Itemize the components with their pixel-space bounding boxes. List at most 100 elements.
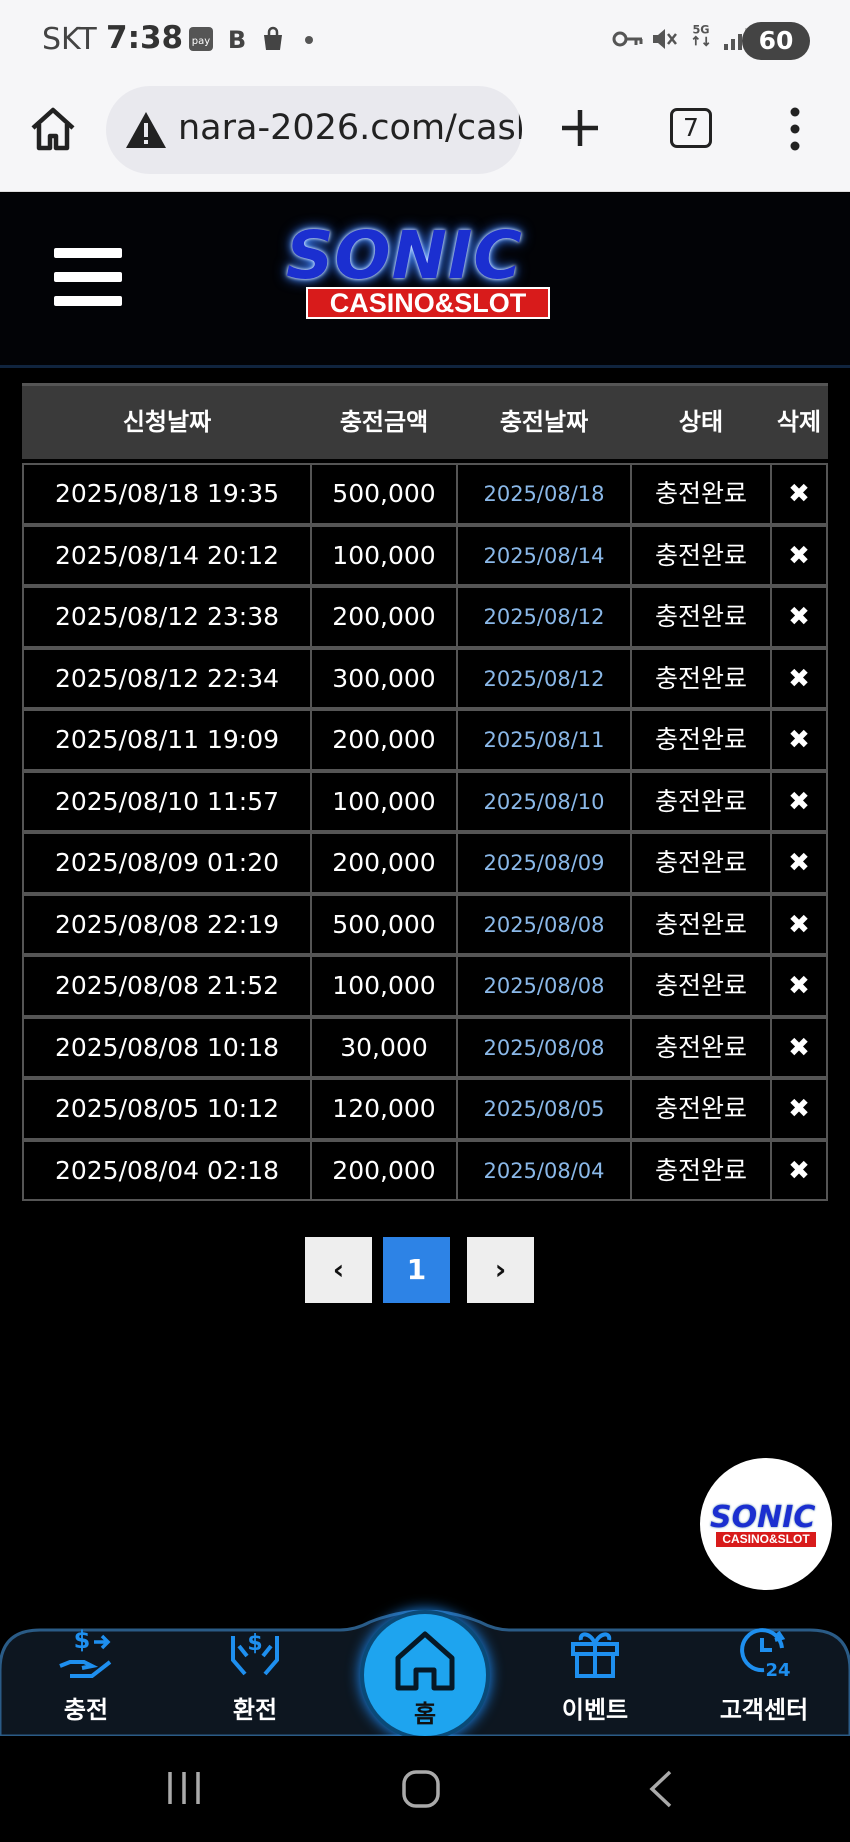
address-bar[interactable]: nara-2026.com/cash bbox=[106, 86, 522, 174]
mute-icon bbox=[653, 29, 677, 49]
request-date-cell: 2025/08/18 19:35 bbox=[22, 463, 312, 525]
prev-page-button[interactable]: ‹ bbox=[305, 1237, 372, 1303]
url-text[interactable]: nara-2026.com/cash bbox=[178, 108, 522, 148]
delete-icon[interactable]: ✖ bbox=[770, 709, 828, 771]
next-page-button[interactable]: › bbox=[467, 1237, 534, 1303]
browser-toolbar: nara-2026.com/cash 7 bbox=[0, 82, 850, 192]
svg-text:24: 24 bbox=[765, 1660, 790, 1681]
request-date-cell: 2025/08/04 02:18 bbox=[22, 1139, 312, 1201]
nav-support-label: 고객센터 bbox=[719, 1696, 809, 1724]
delete-icon[interactable]: ✖ bbox=[770, 955, 828, 1017]
delete-icon[interactable]: ✖ bbox=[770, 1139, 828, 1201]
request-date-cell: 2025/08/09 01:20 bbox=[22, 832, 312, 894]
more-vert-icon[interactable] bbox=[780, 104, 810, 154]
delete-icon[interactable]: ✖ bbox=[770, 1078, 828, 1140]
table-row: 2025/08/09 01:20 200,000 2025/08/09 충전완료 ✖ bbox=[22, 832, 828, 894]
nav-support[interactable]: 24 고객센터 bbox=[694, 1622, 834, 1732]
status-bar: SKT 7:38 pay B 5G 60 bbox=[0, 0, 850, 82]
logo-subtitle: CASINO&SLOT bbox=[306, 287, 550, 319]
svg-text:pay: pay bbox=[192, 36, 210, 47]
table-row: 2025/08/08 21:52 100,000 2025/08/08 충전완료 ✖ bbox=[22, 955, 828, 1017]
battery-indicator: 60 bbox=[742, 22, 810, 60]
header-status: 상태 bbox=[678, 408, 724, 436]
back-icon[interactable] bbox=[646, 1768, 676, 1810]
request-date-cell: 2025/08/14 20:12 bbox=[22, 524, 312, 586]
delete-icon[interactable]: ✖ bbox=[770, 524, 828, 586]
nav-deposit[interactable]: $ 충전 bbox=[16, 1622, 156, 1732]
home-icon[interactable] bbox=[28, 104, 78, 154]
status-cell: 충전완료 bbox=[630, 770, 772, 832]
key-icon bbox=[612, 31, 643, 47]
amount-cell: 200,000 bbox=[310, 832, 458, 894]
charge-date-cell: 2025/08/08 bbox=[456, 955, 632, 1017]
charge-date-cell: 2025/08/09 bbox=[456, 832, 632, 894]
header-charge-date: 충전날짜 bbox=[499, 408, 589, 436]
plus-icon[interactable] bbox=[556, 104, 604, 152]
request-date-cell: 2025/08/08 22:19 bbox=[22, 893, 312, 955]
header-delete: 삭제 bbox=[776, 408, 822, 436]
warning-icon[interactable] bbox=[124, 108, 168, 152]
floating-logo-subtitle: CASINO&SLOT bbox=[716, 1532, 816, 1547]
amount-cell: 200,000 bbox=[310, 1139, 458, 1201]
charge-date-cell: 2025/08/18 bbox=[456, 463, 632, 525]
amount-cell: 120,000 bbox=[310, 1078, 458, 1140]
bottom-nav: $ 충전 $ 환전 홈 이벤트 24 고객센터 bbox=[0, 1610, 850, 1740]
floating-logo-wordmark: SONIC bbox=[710, 1500, 816, 1535]
delete-icon[interactable]: ✖ bbox=[770, 586, 828, 648]
dot-icon bbox=[305, 36, 313, 44]
sonic-logo[interactable]: SONIC CASINO&SLOT bbox=[284, 217, 574, 323]
status-cell: 충전완료 bbox=[630, 463, 772, 525]
table-row: 2025/08/08 22:19 500,000 2025/08/08 충전완료 ✖ bbox=[22, 893, 828, 955]
delete-icon[interactable]: ✖ bbox=[770, 832, 828, 894]
charge-date-cell: 2025/08/05 bbox=[456, 1078, 632, 1140]
carrier-label: SKT bbox=[42, 22, 97, 57]
table-row: 2025/08/10 11:57 100,000 2025/08/10 충전완료 ✖ bbox=[22, 770, 828, 832]
status-cell: 충전완료 bbox=[630, 709, 772, 771]
recents-icon[interactable] bbox=[164, 1768, 204, 1808]
table-row: 2025/08/08 10:18 30,000 2025/08/08 충전완료 ✖ bbox=[22, 1016, 828, 1078]
nav-withdraw-label: 환전 bbox=[232, 1696, 278, 1724]
amount-cell: 500,000 bbox=[310, 893, 458, 955]
tabs-count-button[interactable]: 7 bbox=[670, 108, 712, 148]
clock: 7:38 bbox=[106, 20, 184, 56]
delete-icon[interactable]: ✖ bbox=[770, 647, 828, 709]
amount-cell: 100,000 bbox=[310, 955, 458, 1017]
svg-text:5G: 5G bbox=[692, 23, 709, 36]
table-header: 신청날짜 충전금액 충전날짜 상태 삭제 bbox=[22, 383, 828, 459]
svg-text:$: $ bbox=[247, 1631, 262, 1656]
request-date-cell: 2025/08/12 23:38 bbox=[22, 586, 312, 648]
nav-withdraw[interactable]: $ 환전 bbox=[185, 1622, 325, 1732]
table-row: 2025/08/11 19:09 200,000 2025/08/11 충전완료 ✖ bbox=[22, 709, 828, 771]
charge-date-cell: 2025/08/10 bbox=[456, 770, 632, 832]
charge-date-cell: 2025/08/04 bbox=[456, 1139, 632, 1201]
status-cell: 충전완료 bbox=[630, 832, 772, 894]
table-row: 2025/08/12 23:38 200,000 2025/08/12 충전완료 ✖ bbox=[22, 586, 828, 648]
amount-cell: 30,000 bbox=[310, 1016, 458, 1078]
nav-home-label: 홈 bbox=[413, 1700, 437, 1728]
floating-logo-button[interactable]: SONIC CASINO&SLOT bbox=[700, 1458, 832, 1590]
delete-icon[interactable]: ✖ bbox=[770, 893, 828, 955]
home-nav-icon[interactable] bbox=[400, 1768, 442, 1810]
delete-icon[interactable]: ✖ bbox=[770, 463, 828, 525]
request-date-cell: 2025/08/11 19:09 bbox=[22, 709, 312, 771]
request-date-cell: 2025/08/10 11:57 bbox=[22, 770, 312, 832]
support-24-icon: 24 bbox=[740, 1628, 791, 1681]
nav-deposit-label: 충전 bbox=[63, 1696, 109, 1724]
hamburger-menu-icon[interactable] bbox=[54, 248, 122, 306]
status-cell: 충전완료 bbox=[630, 955, 772, 1017]
delete-icon[interactable]: ✖ bbox=[770, 770, 828, 832]
status-cell: 충전완료 bbox=[630, 1016, 772, 1078]
delete-icon[interactable]: ✖ bbox=[770, 1016, 828, 1078]
table-body: 2025/08/18 19:35 500,000 2025/08/18 충전완료 ✖ 20… bbox=[22, 463, 828, 1201]
nav-home-button[interactable]: 홈 bbox=[360, 1610, 490, 1740]
nav-event[interactable]: 이벤트 bbox=[525, 1622, 665, 1732]
b-app-icon: B bbox=[228, 26, 246, 52]
status-cell: 충전완료 bbox=[630, 1078, 772, 1140]
charge-history-table: 신청날짜 충전금액 충전날짜 상태 삭제 2025/08/18 19:35 500… bbox=[22, 383, 828, 1201]
charge-date-cell: 2025/08/08 bbox=[456, 1016, 632, 1078]
current-page-button[interactable]: 1 bbox=[383, 1237, 450, 1303]
pay-icon: pay bbox=[189, 27, 213, 51]
system-nav-bar bbox=[0, 1736, 850, 1842]
pagination: ‹ 1 › bbox=[305, 1237, 535, 1303]
charge-date-cell: 2025/08/14 bbox=[456, 524, 632, 586]
